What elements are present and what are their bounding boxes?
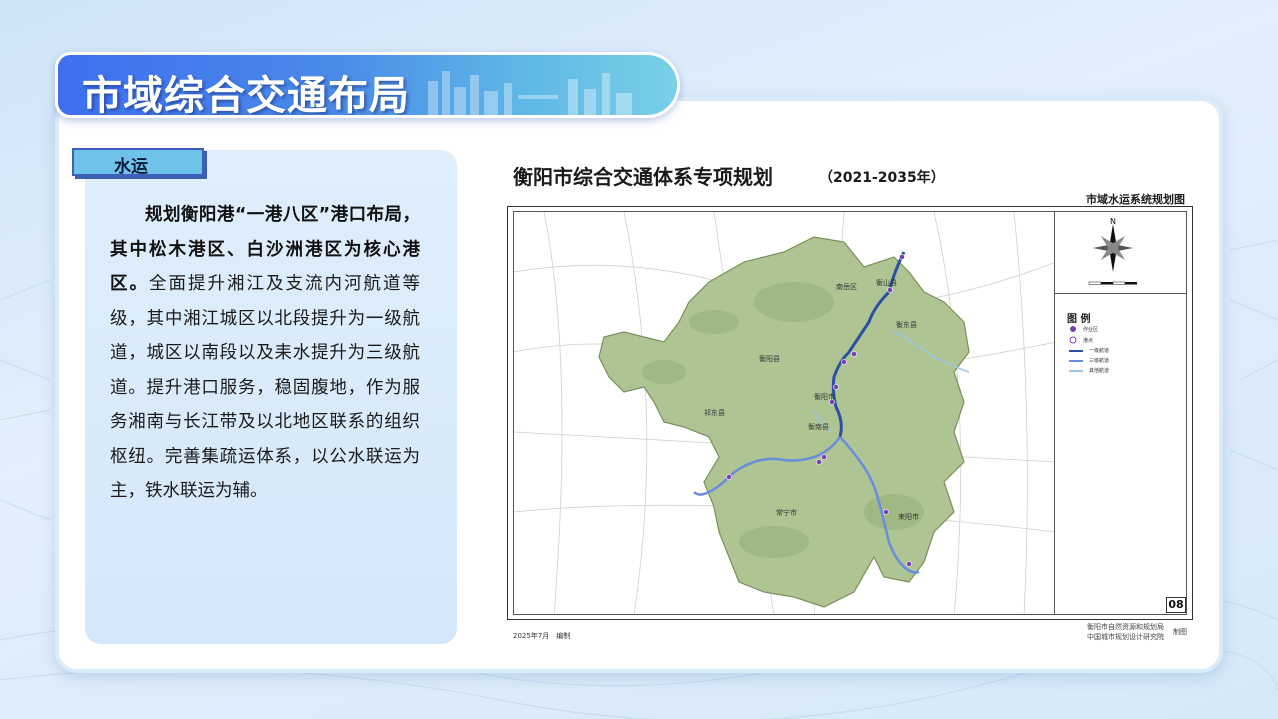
legend-grade1: 一级航道 (1069, 347, 1109, 354)
legend-port: 港点 (1069, 336, 1093, 344)
compass-box: N (1055, 212, 1186, 294)
place-hengyang-city: 衡阳市 (814, 393, 835, 401)
legend-work-area-label: 作业区 (1083, 326, 1099, 333)
map-footer-date: 2025年7月 编制 (513, 632, 571, 640)
place-hengdong: 衡东县 (896, 321, 917, 329)
place-changning: 常宁市 (776, 509, 797, 517)
page-title: 市域综合交通布局 (82, 73, 410, 118)
legend-other: 其他航道 (1069, 367, 1109, 374)
map-footer-org1: 衡阳市自然资源和规划局 (1087, 623, 1164, 631)
other-line-icon (1069, 369, 1083, 372)
map-footer-orgs: 衡阳市自然资源和规划局 中国城市规划设计研究院 (1087, 622, 1164, 642)
legend-grade3-label: 三级航道 (1089, 358, 1110, 364)
place-leiyang: 耒阳市 (898, 513, 919, 521)
place-hengnan: 衡南县 (808, 423, 829, 431)
grade1-line-icon (1069, 349, 1083, 352)
compass-north-label: N (1110, 217, 1116, 226)
section-body-regular: 全面提升湘江及支流内河航道等级，其中湘江城区以北段提升为一级航道，城区以南段以及… (110, 274, 420, 501)
map-page-number: 08 (1166, 597, 1186, 613)
legend-port-label: 港点 (1083, 337, 1094, 344)
section-body: 规划衡阳港“一港八区”港口布局，其中松木港区、白沙洲港区为核心港区。全面提升湘江… (110, 198, 420, 509)
title-banner: 市域综合交通布局 (55, 52, 680, 118)
north-arrow-icon: N (1088, 217, 1137, 285)
port-icon (1069, 336, 1077, 344)
section-tag-label: 水运 (114, 157, 148, 177)
legend-grade1-label: 一级航道 (1089, 348, 1110, 354)
legend-title: 图 例 (1067, 314, 1091, 325)
map-title: 衡阳市综合交通体系专项规划 (513, 165, 773, 189)
map-years: （2021-2035年） (819, 170, 945, 186)
grade3-line-icon (1069, 359, 1083, 362)
place-nanyue: 南岳区 (836, 283, 857, 291)
map-footer-org2: 中国城市规划设计研究院 (1087, 633, 1164, 641)
place-qidong: 祁东县 (704, 409, 725, 417)
place-hengyang-county: 衡阳县 (759, 355, 780, 363)
map-figure: 衡阳市综合交通体系专项规划 （2021-2035年） 市域水运系统规划图 南岳区… (501, 153, 1197, 645)
place-hengshan: 衡山县 (876, 279, 897, 287)
city-skyline-icon (428, 71, 632, 115)
work-area-icon (1070, 326, 1076, 332)
map-canvas: 南岳区 衡山县 衡东县 衡阳县 衡阳市 衡南县 祁东县 常宁市 耒阳市 (513, 211, 1055, 615)
section-tag: 水运 (72, 148, 204, 177)
map-sidebar: N 图 例 作业区 港点 一级航道 三级航道 其他航道 (1055, 211, 1187, 615)
map-drawing (514, 212, 1054, 614)
map-footer-made: 制图 (1173, 628, 1187, 636)
map-subtitle: 市域水运系统规划图 (1086, 193, 1185, 206)
legend-other-label: 其他航道 (1089, 368, 1110, 374)
legend-work-area: 作业区 (1069, 325, 1098, 333)
legend-grade3: 三级航道 (1069, 357, 1109, 364)
